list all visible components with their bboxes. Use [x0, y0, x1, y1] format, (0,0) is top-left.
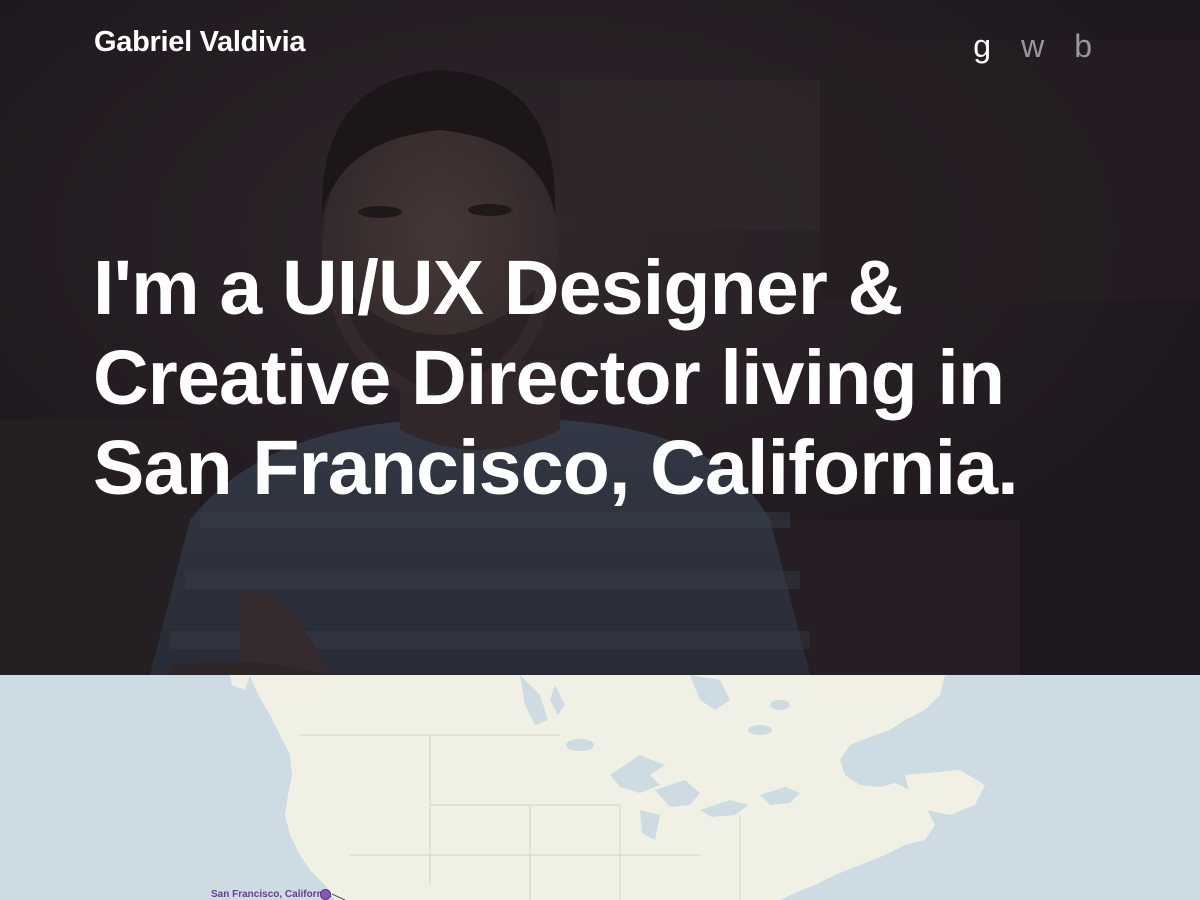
- hero-headline: I'm a UI/UX Designer & Creative Director…: [93, 245, 1019, 511]
- hero-section: Gabriel Valdivia g w b I'm a UI/UX Desig…: [0, 0, 1200, 675]
- brand-name-link[interactable]: Gabriel Valdivia: [94, 26, 306, 59]
- google-plus-icon[interactable]: g: [973, 30, 991, 62]
- twitter-icon[interactable]: w: [1021, 30, 1044, 62]
- location-map[interactable]: San Francisco, California: [0, 675, 1200, 900]
- location-pin-icon[interactable]: [320, 889, 331, 900]
- social-links: g w b: [973, 30, 1092, 62]
- north-america-map-graphic: [230, 675, 985, 900]
- behance-icon[interactable]: b: [1074, 30, 1092, 62]
- map-marker-label: San Francisco, California: [211, 889, 332, 900]
